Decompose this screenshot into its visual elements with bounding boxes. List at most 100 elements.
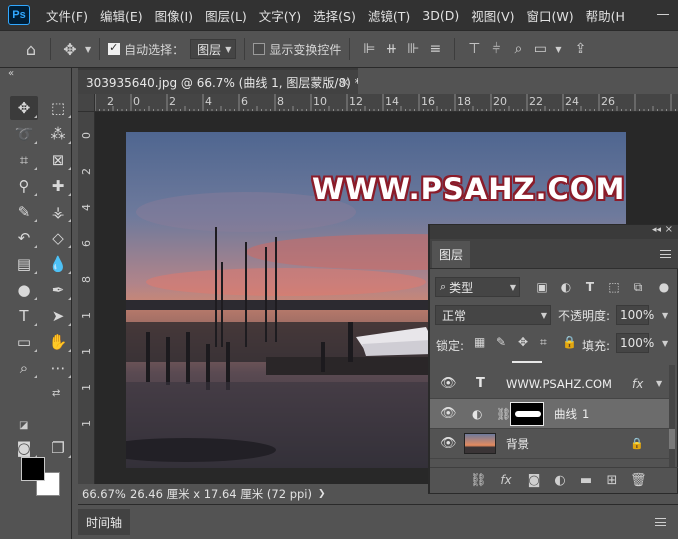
link-icon[interactable]: ⛓ <box>496 407 511 421</box>
collapse-panel-icon[interactable]: « <box>8 68 14 79</box>
vertical-ruler[interactable]: 0 2 4 6 8 1 1 1 1 <box>78 112 95 484</box>
path-select-icon[interactable]: ➤ <box>44 304 72 328</box>
distribute-icon[interactable]: ≡ <box>424 41 446 57</box>
menu-help[interactable]: 帮助(H <box>580 6 631 25</box>
zoom-level[interactable]: 66.67% <box>78 487 128 501</box>
menu-file[interactable]: 文件(F) <box>40 6 94 25</box>
new-layer-icon[interactable]: ⊞ <box>604 473 620 488</box>
workspace-icon[interactable]: ▭ <box>529 41 551 57</box>
auto-select-option[interactable]: 自动选择： <box>108 41 184 58</box>
screen-mode-icon[interactable]: ❐ <box>44 436 72 460</box>
lock-transparent-icon[interactable]: ▦ <box>474 335 485 349</box>
chevron-down-icon[interactable]: ▼ <box>555 45 561 54</box>
menu-type[interactable]: 文字(Y) <box>253 6 307 25</box>
status-menu-icon[interactable]: ❯ <box>318 489 326 499</box>
layer-name[interactable]: WWW.PSAHZ.COM <box>506 377 612 391</box>
marquee-tool-icon[interactable]: ⬚ <box>44 96 72 120</box>
type-tool-icon[interactable]: T <box>10 304 38 328</box>
tab-timeline[interactable]: 时间轴 <box>78 509 130 535</box>
filter-smart-object-icon[interactable]: ⧉ <box>629 278 647 296</box>
layer-name[interactable]: 背景 <box>506 436 529 452</box>
minimize-icon[interactable] <box>656 8 670 20</box>
auto-select-dropdown[interactable]: 图层 ▼ <box>190 39 237 59</box>
collapse-panel-icon[interactable]: ◂◂ <box>652 225 661 235</box>
fill-input[interactable]: 100% <box>616 333 654 353</box>
chevron-down-icon[interactable]: ▼ <box>85 45 91 54</box>
layers-scrollbar[interactable] <box>669 365 675 467</box>
more-tools-icon[interactable]: ⋯ <box>44 356 72 380</box>
menu-layer[interactable]: 图层(L) <box>199 6 253 25</box>
filter-adjustment-icon[interactable]: ◐ <box>557 278 575 296</box>
frame-tool-icon[interactable]: ⊠ <box>44 148 72 172</box>
menu-edit[interactable]: 编辑(E) <box>94 6 149 25</box>
panel-menu-icon[interactable] <box>655 518 666 526</box>
healing-brush-icon[interactable]: ✚ <box>44 174 72 198</box>
layer-row-text[interactable]: 👁 T WWW.PSAHZ.COM fx ▼ <box>430 369 670 399</box>
filter-shape-icon[interactable]: ⬚ <box>605 278 623 296</box>
eyedropper-icon[interactable]: ⚲ <box>10 174 38 198</box>
menu-3d[interactable]: 3D(D) <box>416 8 465 23</box>
chevron-down-icon[interactable]: ▼ <box>656 379 662 388</box>
brush-tool-icon[interactable]: ✎ <box>10 200 38 224</box>
layer-filter-dropdown[interactable]: ⌕ 类型 ▼ <box>435 277 520 297</box>
new-adjustment-icon[interactable]: ◐ <box>552 473 568 488</box>
horizontal-ruler[interactable]: 2 0 2 4 6 8 10 12 14 16 18 20 22 24 26 <box>95 94 678 112</box>
align-center-icon[interactable]: ⧺ <box>380 41 402 57</box>
lasso-tool-icon[interactable]: ➰ <box>10 122 38 146</box>
pen-tool-icon[interactable]: ✒ <box>44 278 72 302</box>
menu-image[interactable]: 图像(I) <box>149 6 199 25</box>
close-icon[interactable]: × <box>340 75 350 89</box>
menu-view[interactable]: 视图(V) <box>465 6 520 25</box>
panel-menu-icon[interactable] <box>660 250 671 258</box>
document-tab[interactable]: 303935640.jpg @ 66.7% (曲线 1, 图层蒙版/8) * × <box>78 68 361 94</box>
magic-wand-icon[interactable]: ⁂ <box>44 122 72 146</box>
show-transform-option[interactable]: 显示变换控件 <box>253 41 341 58</box>
eraser-icon[interactable]: ◇ <box>44 226 72 250</box>
layer-mask-thumbnail[interactable] <box>510 402 544 426</box>
chevron-down-icon[interactable]: ▼ <box>662 311 668 320</box>
lock-artboard-icon[interactable]: ⌗ <box>540 335 547 350</box>
eye-icon[interactable]: 👁 <box>440 376 457 391</box>
move-tool-icon[interactable]: ✥ <box>10 96 38 120</box>
layer-thumbnail[interactable] <box>464 433 496 454</box>
align-top-icon[interactable]: ⊤ <box>463 41 485 57</box>
move-tool-icon[interactable]: ✥ <box>59 40 81 59</box>
filter-type-icon[interactable]: T <box>581 278 599 296</box>
blend-mode-dropdown[interactable]: 正常 ▼ <box>435 305 551 325</box>
chevron-down-icon[interactable]: ▼ <box>662 339 668 348</box>
share-icon[interactable]: ⇪ <box>570 41 592 57</box>
eye-icon[interactable]: 👁 <box>440 436 457 451</box>
opacity-input[interactable]: 100% <box>616 305 654 325</box>
auto-select-checkbox[interactable] <box>108 41 121 55</box>
home-icon[interactable]: ⌂ <box>20 40 42 59</box>
lock-pixels-icon[interactable]: ✎ <box>496 335 506 349</box>
menu-window[interactable]: 窗口(W) <box>521 6 580 25</box>
close-icon[interactable]: × <box>665 224 673 235</box>
crop-tool-icon[interactable]: ⌗ <box>10 148 38 172</box>
tab-layers[interactable]: 图层 <box>432 241 470 268</box>
search-icon[interactable]: ⌕ <box>507 41 529 57</box>
gradient-tool-icon[interactable]: ▤ <box>10 252 38 276</box>
blur-tool-icon[interactable]: 💧 <box>44 252 72 276</box>
effects-icon[interactable]: fx <box>632 377 643 391</box>
zoom-tool-icon[interactable]: ⌕ <box>10 356 38 380</box>
lock-position-icon[interactable]: ✥ <box>518 335 528 349</box>
foreground-color-swatch[interactable] <box>21 457 45 481</box>
history-brush-icon[interactable]: ↶ <box>10 226 38 250</box>
stamp-tool-icon[interactable]: ⚶ <box>44 200 72 224</box>
add-mask-icon[interactable]: ◙ <box>526 473 542 488</box>
show-transform-checkbox[interactable] <box>253 43 266 55</box>
link-layers-icon[interactable]: ⛓ <box>470 473 487 488</box>
filter-toggle-icon[interactable]: ● <box>655 278 673 296</box>
dodge-tool-icon[interactable]: ● <box>10 278 38 302</box>
menu-select[interactable]: 选择(S) <box>307 6 362 25</box>
default-colors-icon[interactable]: ◪ <box>19 420 28 431</box>
delete-layer-icon[interactable]: 🗑 <box>630 473 647 488</box>
filter-pixel-icon[interactable]: ▣ <box>533 278 551 296</box>
layer-name[interactable]: 曲线 <box>554 406 577 422</box>
eye-icon[interactable]: 👁 <box>440 406 457 421</box>
rectangle-tool-icon[interactable]: ▭ <box>10 330 38 354</box>
lock-all-icon[interactable]: 🔒 <box>562 335 577 349</box>
layer-row-curves[interactable]: 👁 ◐ ⛓ 曲线 1 <box>430 399 670 429</box>
add-style-icon[interactable]: fx <box>498 473 514 487</box>
